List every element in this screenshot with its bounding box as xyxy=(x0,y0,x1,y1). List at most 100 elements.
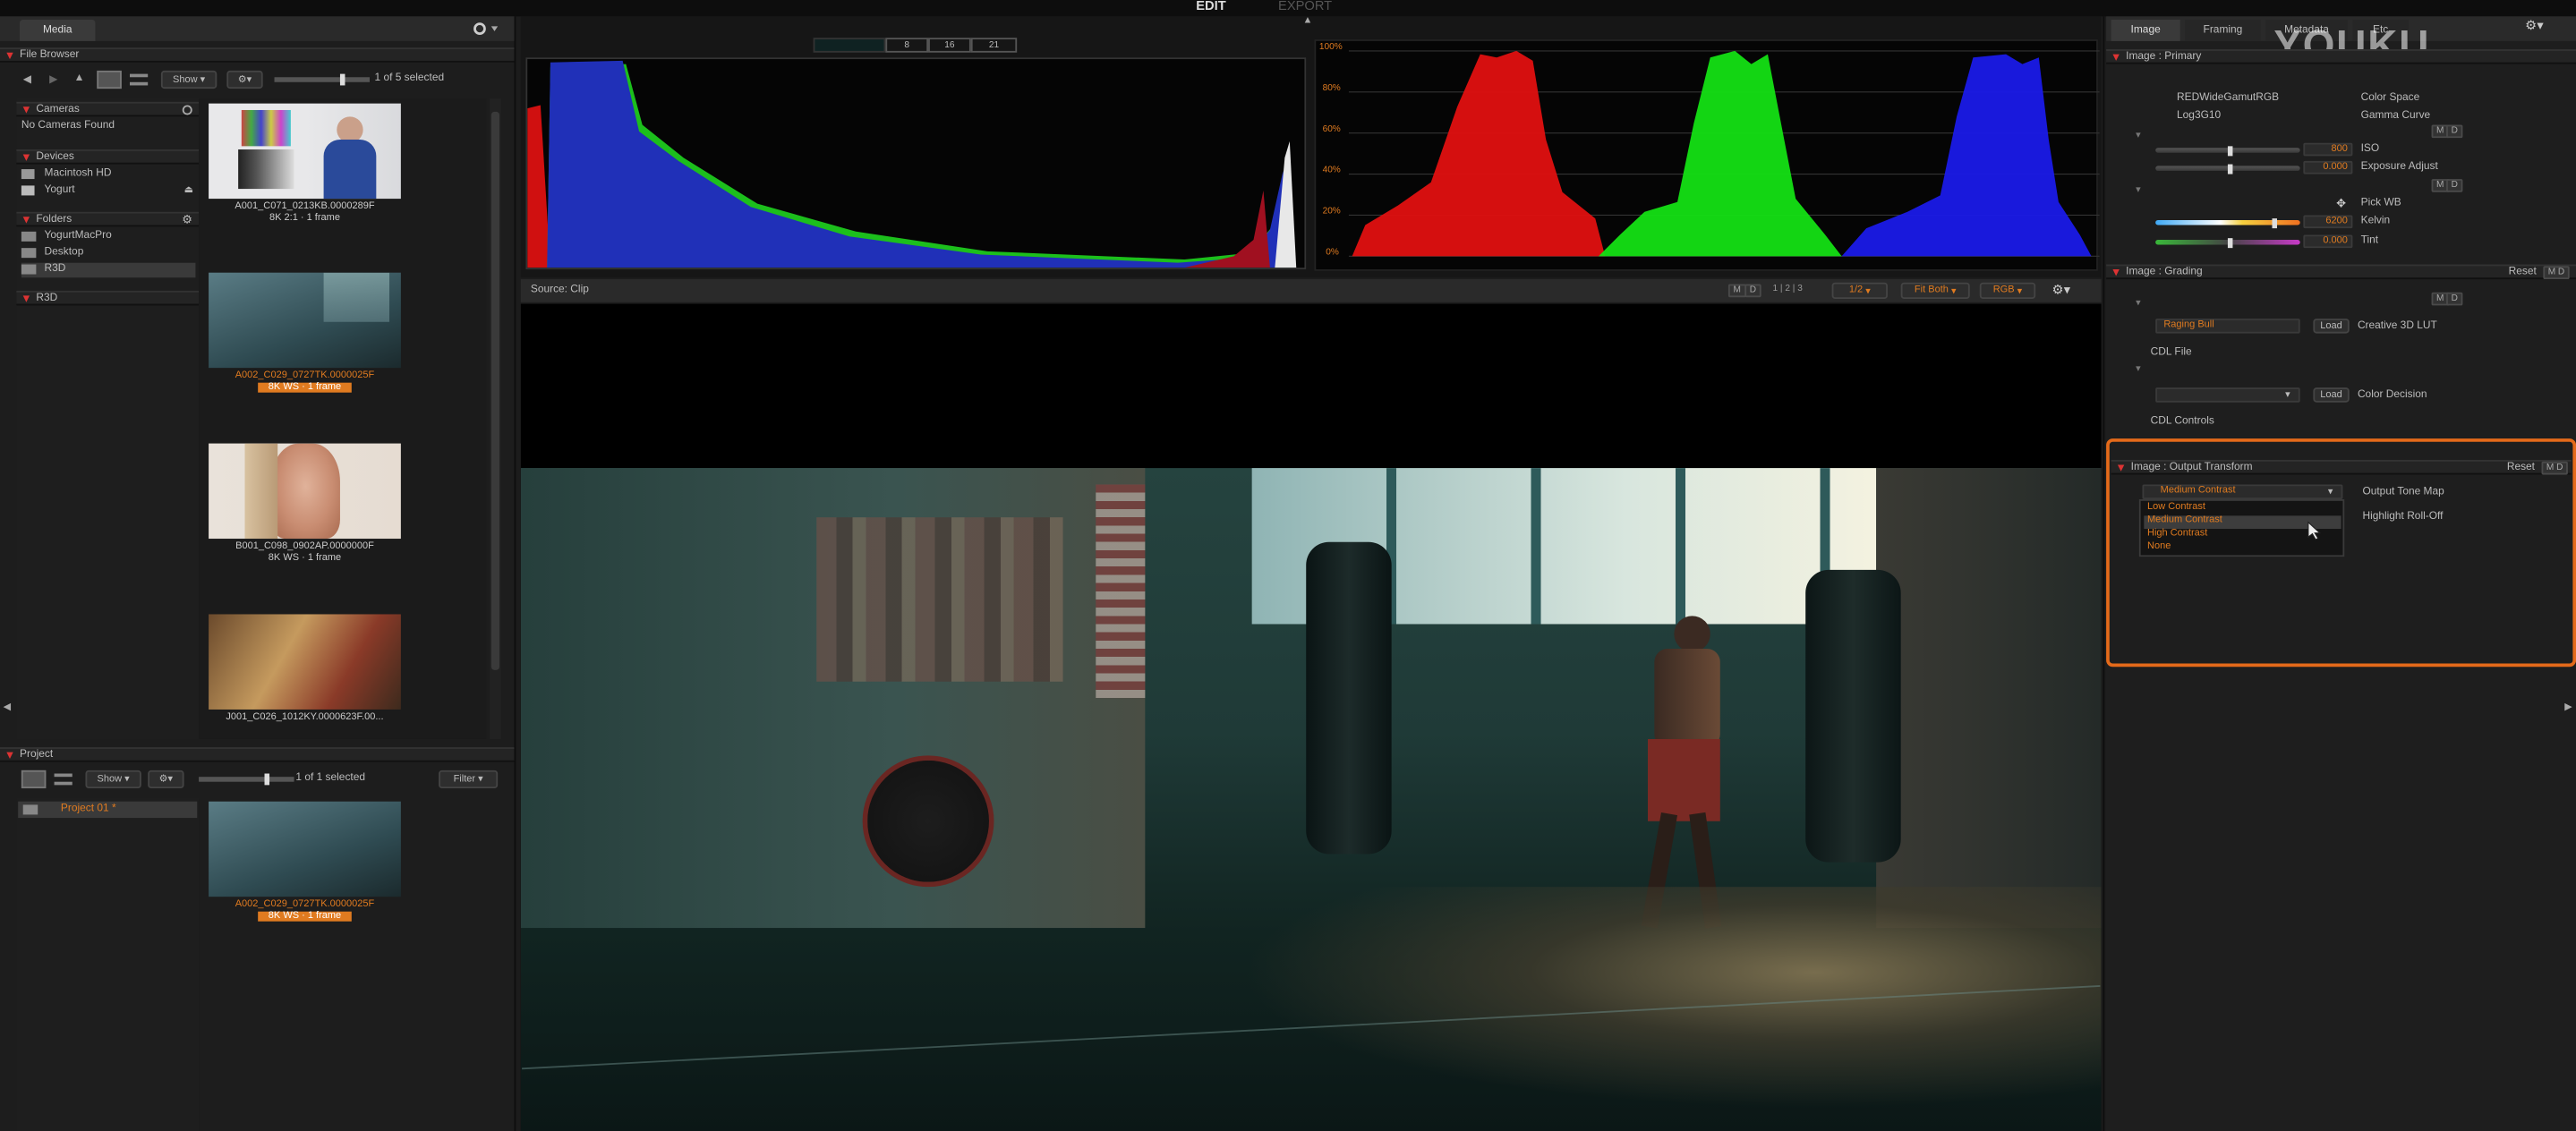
output-reset-button[interactable]: Reset xyxy=(2507,462,2535,473)
waveform-label: 40% xyxy=(1322,166,1341,176)
exposure-value[interactable]: 0.000 xyxy=(2303,160,2353,174)
grading-header[interactable]: Image : Grading Reset M D xyxy=(2106,264,2576,280)
video-viewer[interactable] xyxy=(520,303,2102,1131)
folder-item[interactable]: Desktop xyxy=(21,246,196,261)
expand-arrow-icon[interactable]: ▾ xyxy=(2136,130,2141,141)
project-thumbnail-slider[interactable] xyxy=(199,773,294,786)
list-view-icon[interactable] xyxy=(130,73,149,86)
expand-arrow-icon[interactable]: ▾ xyxy=(2136,184,2141,195)
exposure-slider[interactable] xyxy=(2155,163,2300,174)
grid-view-icon[interactable] xyxy=(97,70,122,89)
fit-dropdown[interactable]: Fit Both ▾ xyxy=(1900,282,1970,300)
primary-header[interactable]: Image : Primary xyxy=(2106,49,2576,64)
channel-dropdown[interactable]: RGB ▾ xyxy=(1979,282,2036,300)
dress xyxy=(323,140,377,200)
grading-reset-button[interactable]: Reset xyxy=(2509,266,2537,277)
eyedropper-icon[interactable]: ✥ xyxy=(2336,197,2346,210)
devices-header[interactable]: Devices xyxy=(16,149,200,165)
folders-header[interactable]: Folders ⚙ xyxy=(16,211,200,227)
cameras-header[interactable]: Cameras xyxy=(16,101,200,117)
project-item[interactable]: Project 01 * xyxy=(18,801,198,819)
r3d-header[interactable]: R3D xyxy=(16,290,200,306)
gear-icon[interactable]: ⚙▾ xyxy=(2525,18,2544,33)
grading-md-toggle[interactable]: M D xyxy=(2543,265,2570,279)
gamma-value[interactable]: Log3G10 xyxy=(2177,110,2221,122)
tab-export[interactable]: EXPORT xyxy=(1278,0,1332,13)
eject-icon[interactable]: ⏏ xyxy=(184,184,193,195)
clip-grid-scrollbar[interactable] xyxy=(489,98,501,739)
clip-thumbnail[interactable] xyxy=(209,272,401,369)
slider-handle[interactable] xyxy=(2272,217,2278,228)
project-clip-thumbnail[interactable] xyxy=(209,801,401,897)
filter-dropdown[interactable]: Filter ▾ xyxy=(439,770,499,789)
viewer-gear-menu[interactable]: ⚙▾ xyxy=(2052,283,2088,299)
up-arrow-icon[interactable]: ▲ xyxy=(74,72,85,84)
expand-arrow-icon[interactable]: ▾ xyxy=(2136,363,2141,374)
project-selection-count: 1 of 1 selected xyxy=(295,771,365,784)
clip-thumbnail[interactable] xyxy=(209,103,401,200)
tab-edit[interactable]: EDIT xyxy=(1196,0,1225,13)
lut-dropdown[interactable]: Raging Bull xyxy=(2155,319,2300,334)
project-settings-button[interactable]: ⚙▾ xyxy=(148,770,184,789)
tab-framing[interactable]: Framing xyxy=(2185,20,2261,41)
color-space-value[interactable]: REDWideGamutRGB xyxy=(2177,92,2279,104)
slider-handle[interactable] xyxy=(2227,163,2233,174)
slider-handle[interactable] xyxy=(2227,145,2233,156)
collapse-right-icon[interactable]: ▶ xyxy=(2564,702,2572,713)
slider-handle[interactable] xyxy=(264,773,270,786)
viewer-d-toggle[interactable]: D xyxy=(1744,284,1761,298)
thumbnail-size-slider[interactable] xyxy=(274,73,370,86)
grading-d[interactable]: D xyxy=(2446,292,2463,306)
output-md-toggle[interactable]: M D xyxy=(2541,460,2568,474)
tint-value[interactable]: 0.000 xyxy=(2303,234,2353,249)
device-item[interactable]: Yogurt ⏏ xyxy=(21,184,196,200)
iso-value[interactable]: 800 xyxy=(2303,142,2353,157)
iso-slider[interactable] xyxy=(2155,145,2300,156)
page-3[interactable]: 3 xyxy=(1797,285,1803,294)
back-arrow-icon[interactable]: ◀ xyxy=(23,72,31,86)
primary-d[interactable]: D xyxy=(2446,124,2463,139)
kelvin-slider[interactable] xyxy=(2155,217,2300,228)
folder-item-selected[interactable]: R3D xyxy=(21,262,196,278)
forward-arrow-icon[interactable]: ▶ xyxy=(49,72,57,86)
tone-map-option[interactable]: Low Contrast xyxy=(2144,503,2341,516)
page-2[interactable]: 2 xyxy=(1785,285,1790,294)
cdl-load-button[interactable]: Load xyxy=(2313,387,2350,403)
page-1[interactable]: 1 xyxy=(1773,285,1778,294)
tint-slider[interactable] xyxy=(2155,237,2300,248)
page-buttons[interactable]: 1 | 2 | 3 xyxy=(1773,285,1803,294)
project-bar[interactable]: Project xyxy=(0,747,515,762)
lut-load-button[interactable]: Load xyxy=(2313,319,2350,334)
file-browser-bar[interactable]: File Browser xyxy=(0,47,515,63)
browser-settings-button[interactable]: ⚙▾ xyxy=(226,70,263,89)
scale-dropdown[interactable]: 1/2 ▾ xyxy=(1831,282,1888,300)
collapse-scopes-icon[interactable]: ▲ xyxy=(1303,16,1313,26)
wb-d[interactable]: D xyxy=(2446,179,2463,192)
clip-thumbnail[interactable] xyxy=(209,614,401,710)
tab-media[interactable]: Media xyxy=(20,20,96,41)
collapse-left-icon[interactable]: ◀ xyxy=(4,702,11,713)
viewer-m-toggle[interactable]: M xyxy=(1727,284,1746,298)
tone-map-option[interactable]: None xyxy=(2144,542,2341,556)
media-gear-menu[interactable] xyxy=(470,21,503,37)
tone-map-dropdown[interactable]: Medium Contrast ▾ xyxy=(2142,484,2343,499)
device-item[interactable]: Macintosh HD xyxy=(21,167,196,183)
kelvin-value[interactable]: 6200 xyxy=(2303,215,2353,229)
clip-name: A001_C071_0213KB.0000289F xyxy=(235,201,375,212)
cdl-dropdown[interactable]: ▾ xyxy=(2155,387,2300,403)
refresh-icon[interactable] xyxy=(182,104,192,115)
clip-thumbnail[interactable] xyxy=(209,443,401,540)
folder-item[interactable]: YogurtMacPro xyxy=(21,230,196,245)
divider xyxy=(2103,16,2105,1131)
scrollbar-thumb[interactable] xyxy=(490,111,499,670)
output-transform-header[interactable]: Image : Output Transform Reset M D xyxy=(2111,459,2572,475)
project-show-dropdown[interactable]: Show ▾ xyxy=(85,770,141,789)
list-view-icon[interactable] xyxy=(54,773,73,786)
gear-icon[interactable]: ⚙ xyxy=(182,213,192,226)
slider-handle[interactable] xyxy=(339,73,345,86)
show-dropdown[interactable]: Show ▾ xyxy=(160,70,218,89)
tab-image[interactable]: Image xyxy=(2111,20,2180,41)
expand-arrow-icon[interactable]: ▾ xyxy=(2136,297,2141,309)
grid-view-icon[interactable] xyxy=(21,770,47,789)
slider-handle[interactable] xyxy=(2227,237,2233,248)
